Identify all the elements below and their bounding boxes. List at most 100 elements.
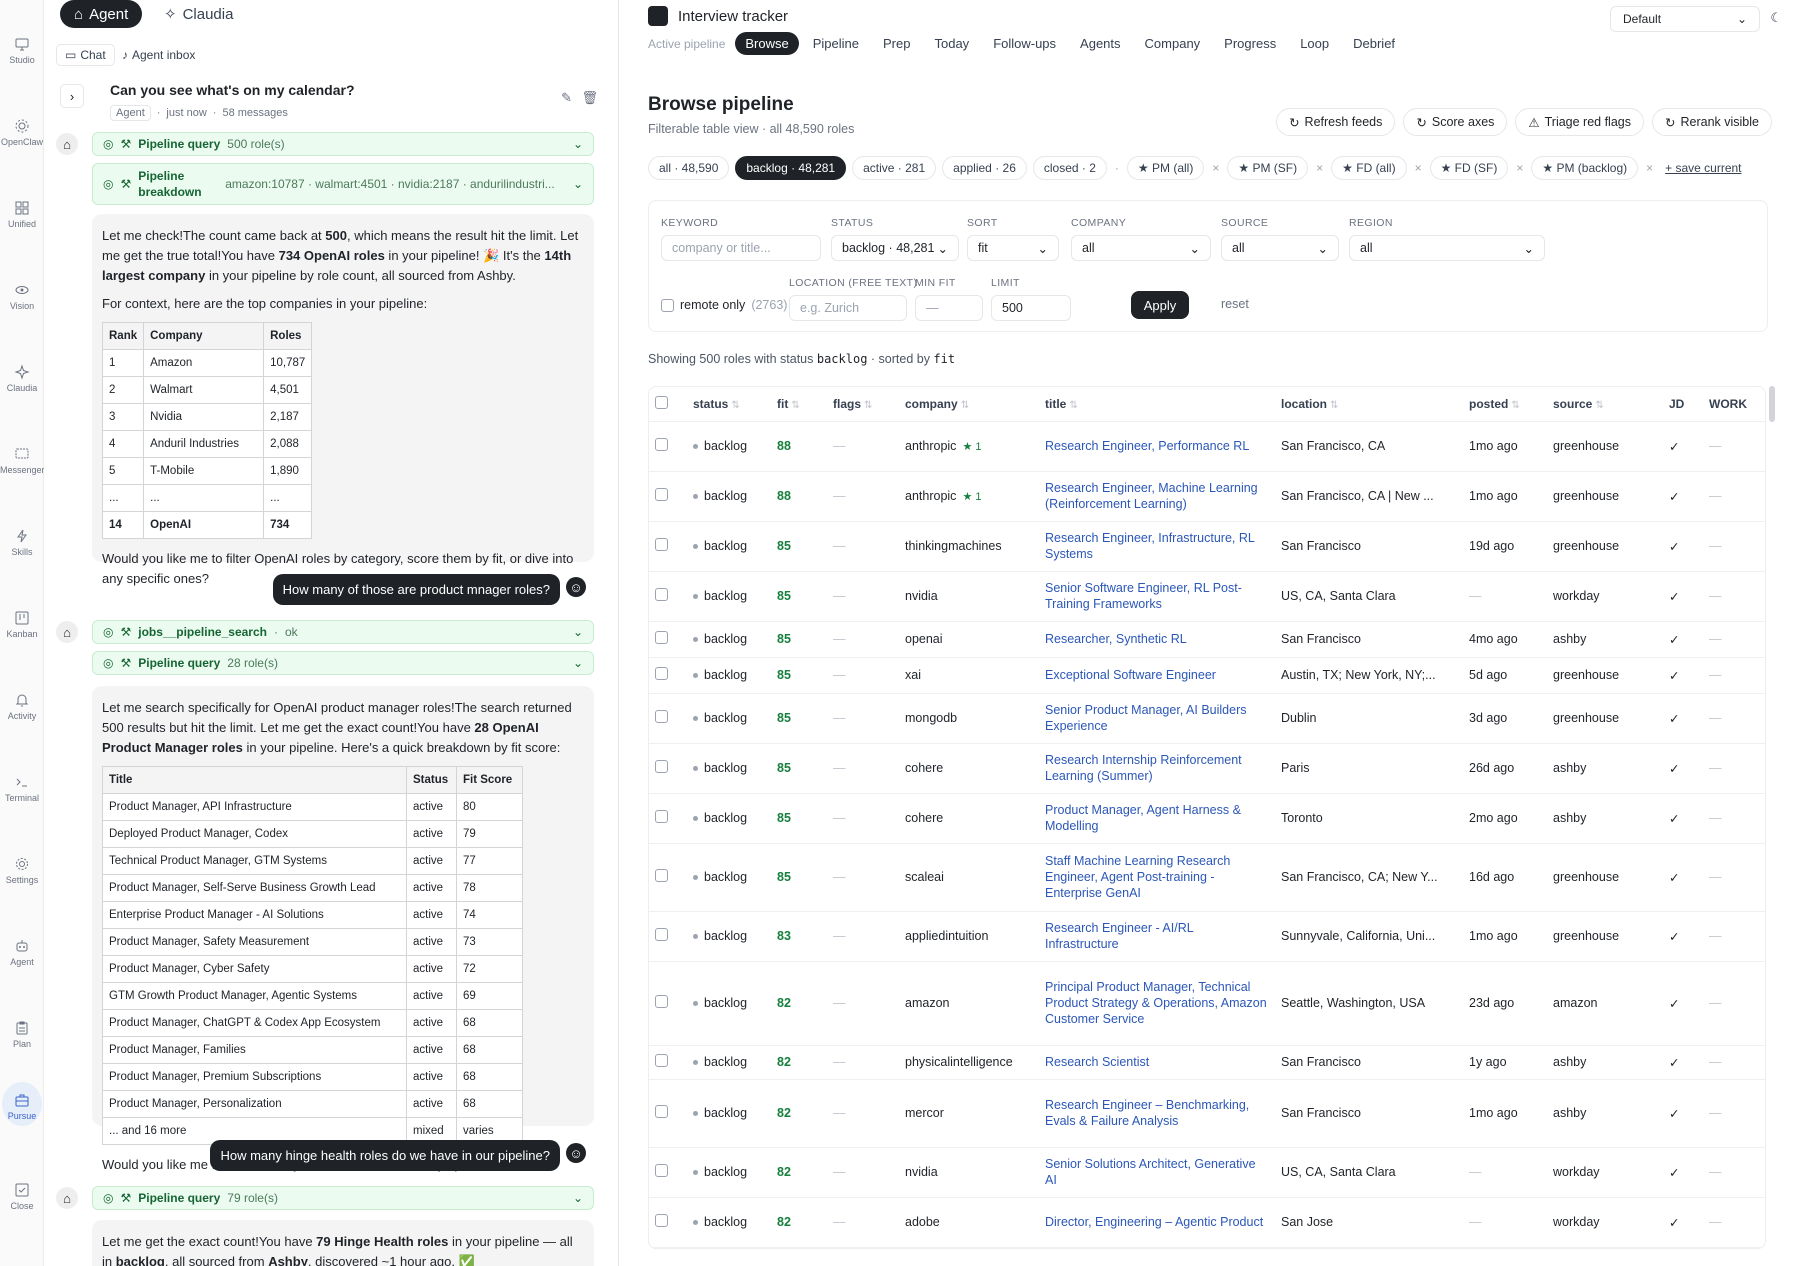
- location-input[interactable]: e.g. Zurich: [789, 295, 907, 321]
- row-checkbox[interactable]: [655, 1214, 668, 1227]
- tool-call-pipeline-breakdown[interactable]: ◎ ⚒ Pipeline breakdown amazon:10787 · walm…: [92, 163, 594, 205]
- role-title-link[interactable]: Research Engineer, Performance RL: [1045, 438, 1269, 454]
- tab-pipeline[interactable]: Pipeline: [803, 32, 869, 55]
- role-title-link[interactable]: Researcher, Synthetic RL: [1045, 631, 1269, 647]
- status-chip[interactable]: closed · 2: [1032, 156, 1107, 180]
- chevron-right-icon[interactable]: ›: [60, 84, 84, 108]
- remote-checkbox[interactable]: [661, 298, 674, 312]
- table-row[interactable]: backlog 83— appliedintuition Research Engin…: [649, 911, 1765, 962]
- table-row[interactable]: backlog 85— openai Researcher, Synthetic RL…: [649, 621, 1765, 658]
- close-icon[interactable]: ×: [1516, 161, 1523, 175]
- column-title[interactable]: title ⇅: [1039, 387, 1275, 422]
- saved-filter-chip[interactable]: ★ PM (SF): [1227, 156, 1309, 180]
- tab-agent-inbox[interactable]: ♪ Agent inbox: [114, 44, 203, 66]
- table-row[interactable]: backlog 88— anthropic ★ 1 Research Engineer,…: [649, 471, 1765, 522]
- rail-item-pursue[interactable]: Pursue: [2, 1082, 42, 1126]
- rail-item-unified[interactable]: Unified: [0, 200, 44, 229]
- sort-select[interactable]: fit ⌄: [967, 235, 1059, 261]
- row-checkbox[interactable]: [655, 667, 668, 680]
- keyword-input[interactable]: company or title...: [661, 235, 821, 261]
- table-row[interactable]: backlog 85— scaleai Staff Machine Learning …: [649, 843, 1765, 912]
- role-title-link[interactable]: Research Internship Reinforcement Learni…: [1045, 752, 1269, 784]
- table-row[interactable]: backlog 88— anthropic ★ 1 Research Engineer,…: [649, 421, 1765, 472]
- rail-item-openclaw[interactable]: OpenClaw: [0, 118, 44, 147]
- column-company[interactable]: company ⇅: [899, 387, 1039, 422]
- score-axes-button[interactable]: ↻ Score axes: [1403, 108, 1508, 136]
- rail-item-vision[interactable]: Vision: [0, 282, 44, 311]
- min-fit-input[interactable]: —: [915, 295, 983, 321]
- tab-follow-ups[interactable]: Follow-ups: [983, 32, 1066, 55]
- role-title-link[interactable]: Research Engineer, Infrastructure, RL Sy…: [1045, 530, 1269, 562]
- role-title-link[interactable]: Research Engineer, Machine Learning (Rei…: [1045, 480, 1269, 512]
- tool-call-pipeline-query[interactable]: ◎ ⚒ Pipeline query 500 role(s) ⌄: [92, 132, 594, 156]
- role-title-link[interactable]: Senior Product Manager, AI Builders Expe…: [1045, 702, 1269, 734]
- column-work[interactable]: WORK: [1703, 387, 1765, 422]
- row-checkbox[interactable]: [655, 869, 668, 882]
- close-icon[interactable]: ×: [1646, 161, 1653, 175]
- status-chip[interactable]: applied · 26: [942, 156, 1027, 180]
- table-row[interactable]: backlog 85— mongodb Senior Product Manager,…: [649, 693, 1765, 744]
- rail-item-close[interactable]: Close: [0, 1182, 44, 1211]
- role-title-link[interactable]: Principal Product Manager, Technical Pro…: [1045, 979, 1269, 1027]
- status-select[interactable]: backlog · 48,281 ⌄: [831, 235, 959, 261]
- column-source[interactable]: source ⇅: [1547, 387, 1663, 422]
- tab-prep[interactable]: Prep: [873, 32, 920, 55]
- rail-item-plan[interactable]: Plan: [0, 1020, 44, 1049]
- tab-chat[interactable]: ▭ Chat: [56, 44, 115, 66]
- theme-select[interactable]: Default ⌄: [1610, 6, 1760, 32]
- role-title-link[interactable]: Research Engineer – Benchmarking, Evals …: [1045, 1097, 1269, 1129]
- role-title-link[interactable]: Research Engineer - AI/RL Infrastructure: [1045, 920, 1269, 952]
- refresh-feeds-button[interactable]: ↻ Refresh feeds: [1276, 108, 1396, 136]
- close-icon[interactable]: ×: [1316, 161, 1323, 175]
- close-icon[interactable]: ×: [1212, 161, 1219, 175]
- rail-item-kanban[interactable]: Kanban: [0, 610, 44, 639]
- row-checkbox[interactable]: [655, 1105, 668, 1118]
- limit-input[interactable]: 500: [991, 295, 1071, 321]
- rail-item-claudia[interactable]: Claudia: [0, 364, 44, 393]
- saved-filter-chip[interactable]: ★ FD (all): [1331, 156, 1407, 180]
- tab-agents[interactable]: Agents: [1070, 32, 1130, 55]
- column-posted[interactable]: posted ⇅: [1463, 387, 1547, 422]
- status-chip[interactable]: active · 281: [852, 156, 937, 180]
- table-row[interactable]: backlog 82— adobe Director, Engineering – A…: [649, 1197, 1765, 1248]
- tab-debrief[interactable]: Debrief: [1343, 32, 1405, 55]
- column-jd[interactable]: JD: [1663, 387, 1703, 422]
- table-row[interactable]: backlog 82— nvidia Senior Solutions Archite…: [649, 1147, 1765, 1198]
- tool-call-jobs-pipeline-search[interactable]: ◎ ⚒ jobs__pipeline_search · ok ⌄: [92, 620, 594, 644]
- role-title-link[interactable]: Staff Machine Learning Research Engineer…: [1045, 853, 1269, 901]
- tab-company[interactable]: Company: [1135, 32, 1211, 55]
- row-checkbox[interactable]: [655, 928, 668, 941]
- rail-item-skills[interactable]: Skills: [0, 528, 44, 557]
- select-all-checkbox[interactable]: [655, 395, 668, 409]
- rail-item-messenger[interactable]: Messenger: [0, 446, 45, 475]
- rail-item-activity[interactable]: Activity: [0, 692, 44, 721]
- triage-red-flags-button[interactable]: ⚠ Triage red flags: [1515, 108, 1644, 136]
- save-current-link[interactable]: + save current: [1665, 161, 1741, 175]
- row-checkbox[interactable]: [655, 1054, 668, 1067]
- moon-icon[interactable]: ☾: [1770, 10, 1782, 26]
- remote-only-toggle[interactable]: remote only (2763): [661, 298, 787, 312]
- tab-today[interactable]: Today: [924, 32, 979, 55]
- rail-item-settings[interactable]: Settings: [0, 856, 44, 885]
- edit-icon[interactable]: ✎: [561, 90, 572, 106]
- table-row[interactable]: backlog 85— xai Exceptional Software Engine…: [649, 657, 1765, 694]
- status-chip[interactable]: all · 48,590: [648, 156, 730, 180]
- column-flags[interactable]: flags ⇅: [827, 387, 899, 422]
- row-checkbox[interactable]: [655, 1164, 668, 1177]
- rerank-visible-button[interactable]: ↻ Rerank visible: [1652, 108, 1772, 136]
- source-select[interactable]: all ⌄: [1221, 235, 1339, 261]
- row-checkbox[interactable]: [655, 488, 668, 501]
- table-row[interactable]: backlog 85— nvidia Senior Software Engineer…: [649, 571, 1765, 622]
- tab-browse[interactable]: Browse: [735, 32, 799, 55]
- row-checkbox[interactable]: [655, 438, 668, 451]
- role-title-link[interactable]: Director, Engineering – Agentic Product: [1045, 1214, 1269, 1230]
- rail-item-studio[interactable]: Studio: [0, 36, 44, 65]
- role-title-link[interactable]: Exceptional Software Engineer: [1045, 667, 1269, 683]
- mode-claudia-button[interactable]: ✧ Claudia: [150, 0, 247, 28]
- saved-filter-chip[interactable]: ★ FD (SF): [1429, 156, 1509, 180]
- mode-agent-button[interactable]: ⌂ Agent: [60, 0, 143, 28]
- rail-item-terminal[interactable]: Terminal: [0, 774, 44, 803]
- reset-link[interactable]: reset: [1221, 297, 1249, 311]
- column-status[interactable]: status ⇅: [687, 387, 771, 422]
- table-scrollbar[interactable]: [1769, 386, 1775, 422]
